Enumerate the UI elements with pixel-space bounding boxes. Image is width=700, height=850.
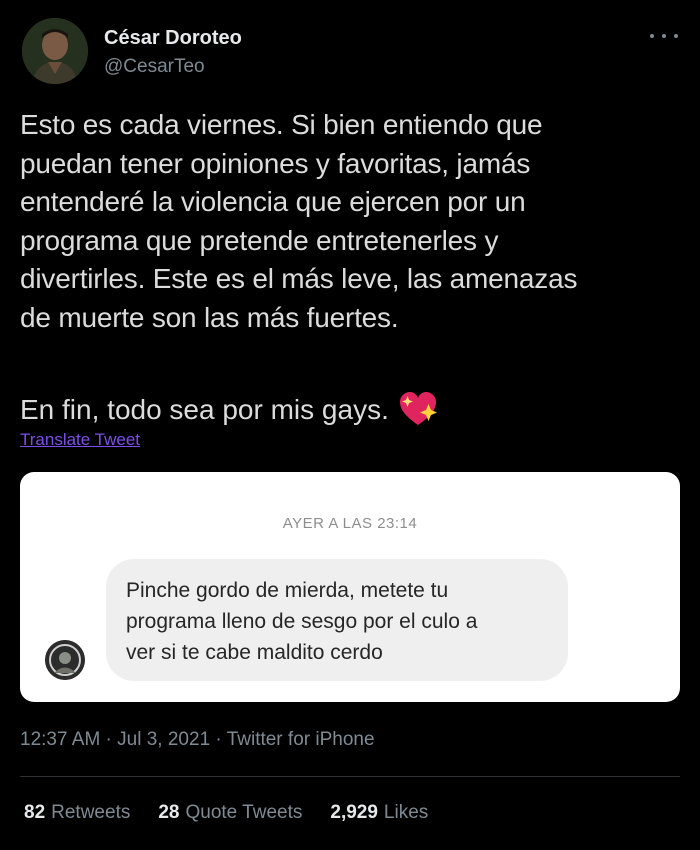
retweets-count: 82 bbox=[24, 802, 46, 823]
tweet-text-paragraph-1: Esto es cada viernes. Si bien entiendo q… bbox=[20, 109, 578, 333]
tweet: César Doroteo @CesarTeo Esto es cada vie… bbox=[0, 0, 700, 850]
author-handle[interactable]: @CesarTeo bbox=[104, 56, 205, 78]
tweet-stats: 82 Retweets 28 Quote Tweets 2,929 Likes bbox=[24, 802, 456, 824]
tweet-date[interactable]: Jul 3, 2021 bbox=[117, 729, 210, 750]
likes-count: 2,929 bbox=[330, 802, 378, 823]
divider bbox=[20, 776, 680, 777]
more-options-icon[interactable] bbox=[650, 26, 678, 46]
tweet-time[interactable]: 12:37 AM bbox=[20, 729, 100, 750]
meta-separator: · bbox=[210, 729, 227, 750]
tweet-text-paragraph-2: En fin, todo sea por mis gays. bbox=[20, 391, 439, 429]
quote-tweets-stat[interactable]: 28 Quote Tweets bbox=[158, 802, 302, 824]
quote-tweets-count: 28 bbox=[158, 802, 180, 823]
author-name[interactable]: César Doroteo bbox=[104, 27, 242, 50]
avatar-image bbox=[22, 18, 88, 84]
likes-stat[interactable]: 2,929 Likes bbox=[330, 802, 428, 824]
quote-tweets-label: Quote Tweets bbox=[185, 802, 303, 823]
dm-sender-avatar bbox=[45, 640, 85, 680]
tweet-metadata: 12:37 AM · Jul 3, 2021 · Twitter for iPh… bbox=[20, 729, 375, 751]
author-avatar[interactable] bbox=[22, 18, 88, 84]
attached-image[interactable]: AYER A LAS 23:14 Pinche gordo de mierda,… bbox=[20, 472, 680, 702]
tweet-text-line: En fin, todo sea por mis gays. bbox=[20, 394, 389, 425]
translate-tweet-link[interactable]: Translate Tweet bbox=[20, 430, 140, 450]
dm-message-text: Pinche gordo de mierda, metete tu progra… bbox=[126, 579, 478, 664]
tweet-source[interactable]: Twitter for iPhone bbox=[227, 729, 375, 750]
meta-separator: · bbox=[100, 729, 118, 750]
sparkling-heart-icon bbox=[397, 391, 439, 429]
dm-timestamp: AYER A LAS 23:14 bbox=[282, 515, 418, 532]
likes-label: Likes bbox=[383, 802, 429, 823]
retweets-stat[interactable]: 82 Retweets bbox=[24, 802, 130, 824]
retweets-label: Retweets bbox=[51, 802, 131, 823]
